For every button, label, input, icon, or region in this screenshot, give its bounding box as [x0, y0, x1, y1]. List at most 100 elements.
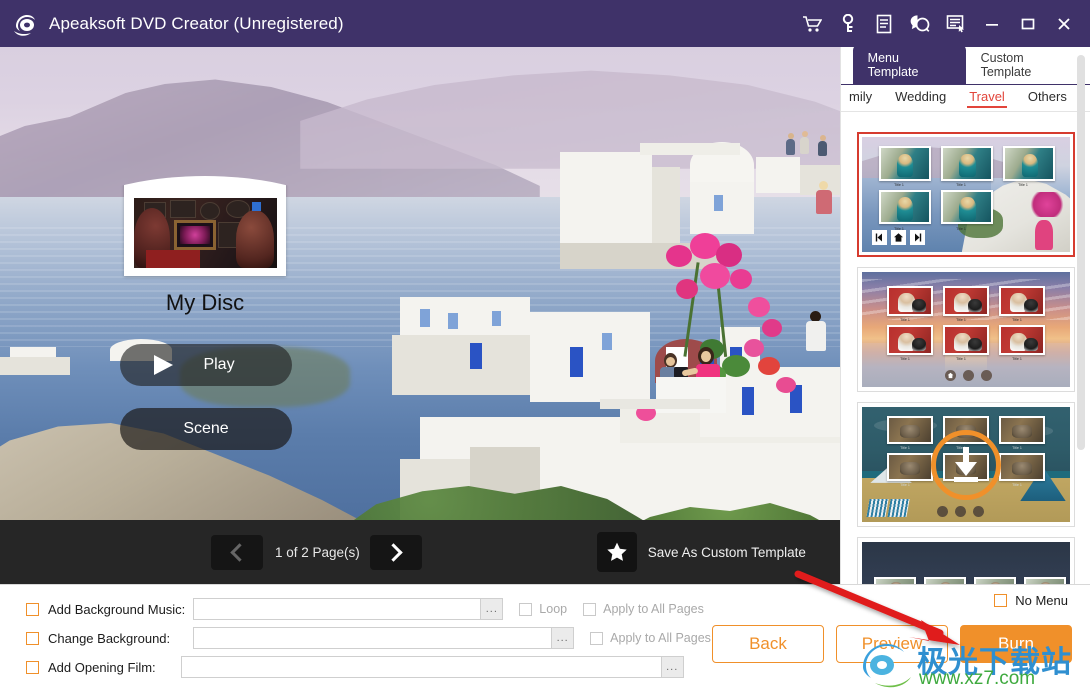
next-icon — [910, 230, 926, 246]
chevron-right-icon — [384, 542, 403, 562]
template-title-label: Title 1 — [956, 356, 966, 361]
add-background-music-browse-button[interactable]: ... — [480, 599, 503, 619]
preview-button[interactable]: Preview — [836, 625, 948, 663]
template-title-label: Title 1 — [893, 182, 904, 187]
add-background-music-checkbox[interactable] — [26, 602, 39, 616]
key-icon[interactable] — [836, 12, 860, 36]
save-as-custom-template-label: Save As Custom Template — [647, 544, 806, 560]
no-menu-label: No Menu — [1015, 593, 1068, 608]
template-tab-bar: Menu Template Custom Template — [841, 45, 1090, 85]
change-background-field[interactable]: ... — [193, 627, 575, 649]
back-button[interactable]: Back — [712, 625, 824, 663]
category-travel[interactable]: Travel — [967, 89, 1007, 108]
template-item-santorini[interactable]: Title 1 Title 1 Title 1 Title 1 Title 1 — [857, 132, 1075, 257]
apply-all-pages-music-row: Apply to All Pages — [583, 602, 704, 616]
loop-checkbox[interactable] — [519, 602, 533, 616]
apply-all-pages-background-label: Apply to All Pages — [610, 631, 711, 645]
prev-icon — [963, 370, 975, 382]
cart-icon[interactable] — [800, 12, 824, 36]
next-page-button[interactable] — [369, 534, 422, 570]
no-menu-row: No Menu — [994, 593, 1068, 608]
play-menu-button[interactable]: Play — [120, 344, 292, 386]
category-row: mily Wedding Travel Others — [841, 85, 1090, 112]
apeaksoft-logo — [9, 7, 43, 41]
add-opening-film-input[interactable] — [181, 657, 661, 677]
template-nav-buttons — [945, 370, 993, 382]
minimize-icon[interactable] — [980, 12, 1004, 36]
template-title-label: Title 1 — [900, 356, 910, 361]
menu-list-icon[interactable] — [944, 12, 968, 36]
add-background-music-label: Add Background Music: — [48, 601, 186, 617]
template-title-label: Title 1 — [900, 445, 910, 450]
home-icon — [891, 230, 907, 246]
disc-thumbnail-image — [134, 198, 277, 268]
bottom-options-panel: Add Background Music: ... Loop Apply to … — [0, 584, 1090, 700]
chevron-left-icon — [229, 542, 249, 562]
add-opening-film-checkbox[interactable] — [26, 660, 39, 674]
template-title-label: Title 1 — [956, 225, 966, 231]
preview-background-image — [0, 47, 840, 520]
template-item-beach[interactable]: Title 1 Title 1 Title 1 Title 1 Title 1 — [857, 402, 1075, 527]
change-background-browse-button[interactable]: ... — [551, 628, 574, 648]
add-background-music-row: Add Background Music: ... Loop Apply to … — [26, 598, 704, 620]
chat-icon[interactable] — [908, 12, 932, 36]
titlebar-icon-group — [800, 12, 1076, 36]
app-window: Apeaksoft DVD Creator (Unregistered) My … — [0, 0, 1090, 700]
document-icon[interactable] — [872, 12, 896, 36]
close-icon[interactable] — [1052, 12, 1076, 36]
template-title-label: Title 1 — [900, 317, 910, 322]
action-button-row: Back Preview Burn — [712, 625, 1072, 663]
template-nav-buttons — [936, 506, 984, 518]
add-background-music-field[interactable]: ... — [193, 598, 504, 620]
next-icon — [981, 370, 993, 382]
no-menu-checkbox[interactable] — [994, 594, 1008, 607]
template-title-label: Title 1 — [1012, 482, 1023, 487]
burn-button[interactable]: Burn — [960, 625, 1072, 663]
apply-all-pages-music-checkbox[interactable] — [583, 602, 597, 616]
add-opening-film-browse-button[interactable]: ... — [660, 657, 683, 677]
category-family[interactable]: mily — [849, 89, 872, 107]
prev-icon — [872, 230, 888, 246]
scene-button-label: Scene — [183, 420, 229, 437]
tab-menu-template[interactable]: Menu Template — [852, 45, 966, 85]
apply-all-pages-music-label: Apply to All Pages — [603, 602, 704, 616]
apply-all-pages-background-row: Apply to All Pages — [590, 631, 711, 645]
page-indicator: 1 of 2 Page(s) — [275, 544, 360, 560]
template-item-night[interactable] — [857, 537, 1075, 584]
category-wedding[interactable]: Wedding — [895, 89, 946, 107]
prev-icon — [954, 506, 966, 518]
template-title-label: Title 1 — [956, 317, 966, 322]
add-opening-film-row: Add Opening Film: ... — [26, 656, 684, 678]
play-button-label: Play — [203, 356, 235, 373]
preview-toolbar: 1 of 2 Page(s) Save As Custom Template — [0, 520, 840, 584]
star-icon — [596, 532, 637, 572]
change-background-checkbox[interactable] — [26, 631, 39, 645]
save-as-custom-template-button[interactable]: Save As Custom Template — [596, 532, 806, 572]
add-opening-film-field[interactable]: ... — [180, 656, 684, 678]
template-title-label: Title 1 — [1012, 356, 1023, 361]
add-background-music-input[interactable] — [194, 599, 481, 619]
apply-all-pages-background-checkbox[interactable] — [590, 631, 604, 645]
play-triangle-icon — [154, 355, 173, 375]
previous-page-button[interactable] — [211, 534, 263, 570]
disc-thumbnail[interactable] — [124, 176, 286, 276]
add-opening-film-label: Add Opening Film: — [48, 659, 156, 675]
template-scrollbar[interactable] — [1077, 55, 1085, 488]
app-title: Apeaksoft DVD Creator (Unregistered) — [49, 13, 344, 33]
tab-custom-template[interactable]: Custom Template — [966, 45, 1090, 85]
disc-title[interactable]: My Disc — [124, 290, 286, 316]
template-title-label: Title 1 — [1012, 445, 1023, 450]
menu-preview-area: My Disc Play Scene — [0, 47, 840, 520]
download-icon[interactable] — [931, 429, 1001, 500]
template-scrollbar-thumb[interactable] — [1077, 55, 1085, 450]
maximize-icon[interactable] — [1016, 12, 1040, 36]
change-background-input[interactable] — [194, 628, 552, 648]
scene-menu-button[interactable]: Scene — [120, 408, 292, 450]
template-list: Title 1 Title 1 Title 1 Title 1 Title 1 … — [841, 121, 1090, 584]
template-item-sunset[interactable]: Title 1 Title 1 Title 1 Title 1 Title 1 … — [857, 267, 1075, 392]
template-nav-buttons — [872, 230, 926, 246]
home-icon — [945, 370, 957, 382]
loop-label: Loop — [539, 602, 568, 616]
template-title-label: Title 1 — [900, 482, 910, 487]
category-others[interactable]: Others — [1028, 89, 1067, 107]
